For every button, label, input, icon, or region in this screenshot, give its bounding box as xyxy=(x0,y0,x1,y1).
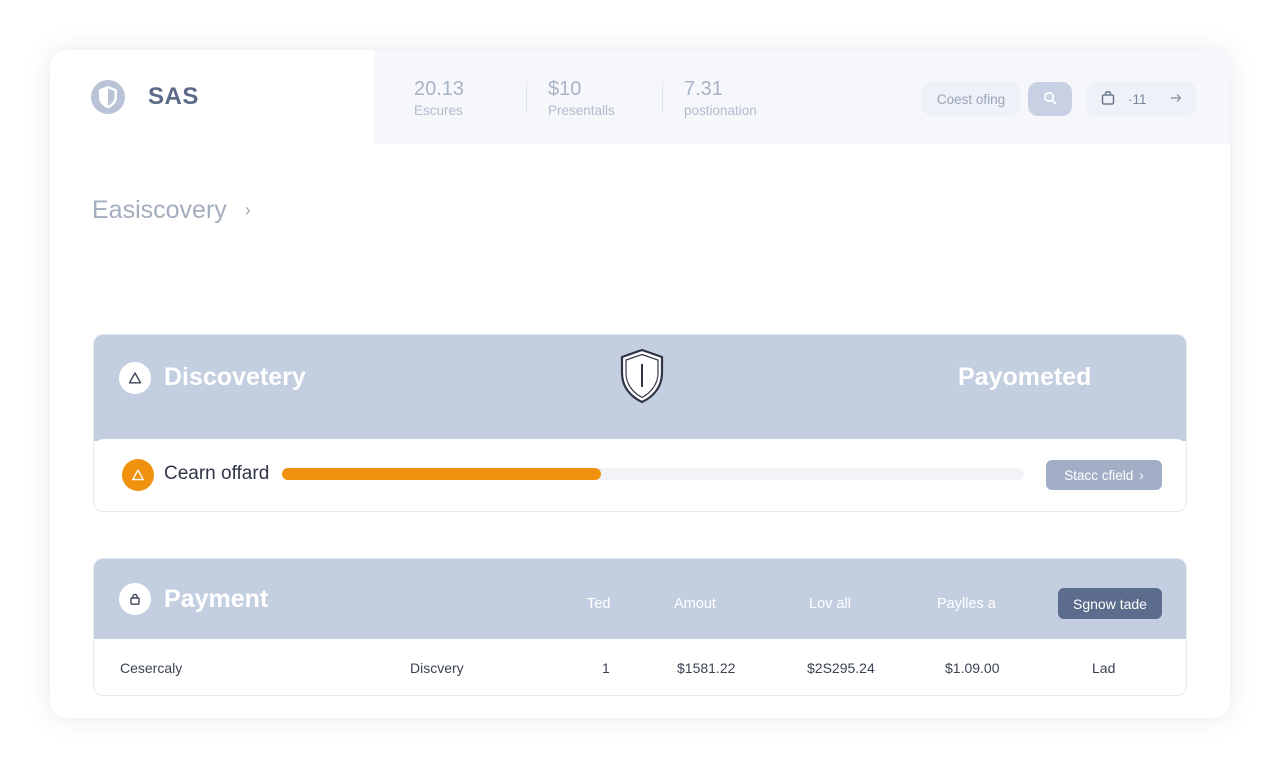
breadcrumb: Easiscovery › xyxy=(92,196,251,225)
column-header-paylles[interactable]: Paylles a xyxy=(937,596,996,612)
payment-card: Payment Ted Amout Lov all Paylles a Sgno… xyxy=(93,558,1187,696)
table-cell: $1581.22 xyxy=(677,660,736,676)
stat-label: Escures xyxy=(414,103,463,118)
stat-divider xyxy=(526,82,527,114)
notification-count: ·11 xyxy=(1128,91,1147,107)
discovery-action-button[interactable]: Stacc cfield › xyxy=(1046,460,1162,490)
table-cell: Discvery xyxy=(410,660,464,676)
stat-divider xyxy=(662,82,663,114)
search-button[interactable] xyxy=(1028,82,1072,116)
action-label: Stacc cfield xyxy=(1064,467,1134,483)
table-cell: Lad xyxy=(1092,660,1116,676)
payment-action-button[interactable]: Sgnow tade xyxy=(1058,588,1162,619)
payment-title: Payment xyxy=(164,585,269,613)
stat-presentalls: $10 Presentalls xyxy=(548,78,615,118)
progress-bar xyxy=(282,468,1024,480)
bag-icon xyxy=(1100,90,1116,109)
warning-icon xyxy=(122,459,154,491)
discovery-title: Discovetery xyxy=(164,363,306,391)
discovery-card: Discovetery Payometed Cearn offard Stacc… xyxy=(93,334,1187,512)
stat-label: postionation xyxy=(684,103,757,118)
column-header-lov-all[interactable]: Lov all xyxy=(809,596,851,612)
payment-header: Payment Ted Amout Lov all Paylles a Sgno… xyxy=(94,559,1186,639)
discovery-item-label: Cearn offard xyxy=(164,463,270,484)
stat-value: $10 xyxy=(548,78,582,100)
stat-postionation: 7.31 postionation xyxy=(684,78,757,118)
discovery-body: Cearn offard Stacc cfield › xyxy=(94,439,1186,511)
payometed-title: Payometed xyxy=(958,363,1092,391)
search-icon xyxy=(1043,91,1057,108)
stat-escures: 20.13 Escures xyxy=(414,78,464,118)
table-cell: $1.09.00 xyxy=(945,660,1000,676)
shield-icon xyxy=(616,347,668,410)
warning-icon xyxy=(119,362,151,394)
progress-fill xyxy=(282,468,602,480)
lock-icon xyxy=(119,583,151,615)
breadcrumb-label[interactable]: Easiscovery xyxy=(92,196,227,225)
app-window: SAS 20.13 Escures $10 Presentalls 7.31 p… xyxy=(50,50,1230,718)
arrow-right-icon[interactable] xyxy=(1169,91,1183,108)
table-cell: Cesercaly xyxy=(120,660,183,676)
table-cell: 1 xyxy=(602,660,610,676)
brand-name: SAS xyxy=(148,83,199,110)
stat-value: 20.13 xyxy=(414,78,465,100)
top-bar-stats: 20.13 Escures $10 Presentalls 7.31 posti… xyxy=(374,50,1230,144)
table-row[interactable]: Cesercaly Discvery 1 $1581.22 $2S295.24 … xyxy=(94,639,1186,695)
chevron-right-icon: › xyxy=(244,200,251,220)
table-cell: $2S295.24 xyxy=(807,660,875,676)
top-bar: SAS 20.13 Escures $10 Presentalls 7.31 p… xyxy=(50,50,1230,144)
brand[interactable]: SAS xyxy=(50,50,374,144)
column-header-ted[interactable]: Ted xyxy=(587,596,610,612)
notifications-control[interactable]: ·11 xyxy=(1086,82,1196,116)
stat-value: 7.31 xyxy=(684,78,723,100)
chevron-right-icon: › xyxy=(1139,467,1144,483)
column-header-amout[interactable]: Amout xyxy=(674,596,716,612)
filter-button[interactable]: Coest ofing xyxy=(922,82,1020,116)
stat-label: Presentalls xyxy=(548,103,615,118)
discovery-header: Discovetery Payometed xyxy=(94,335,1186,441)
shield-icon xyxy=(90,79,126,115)
